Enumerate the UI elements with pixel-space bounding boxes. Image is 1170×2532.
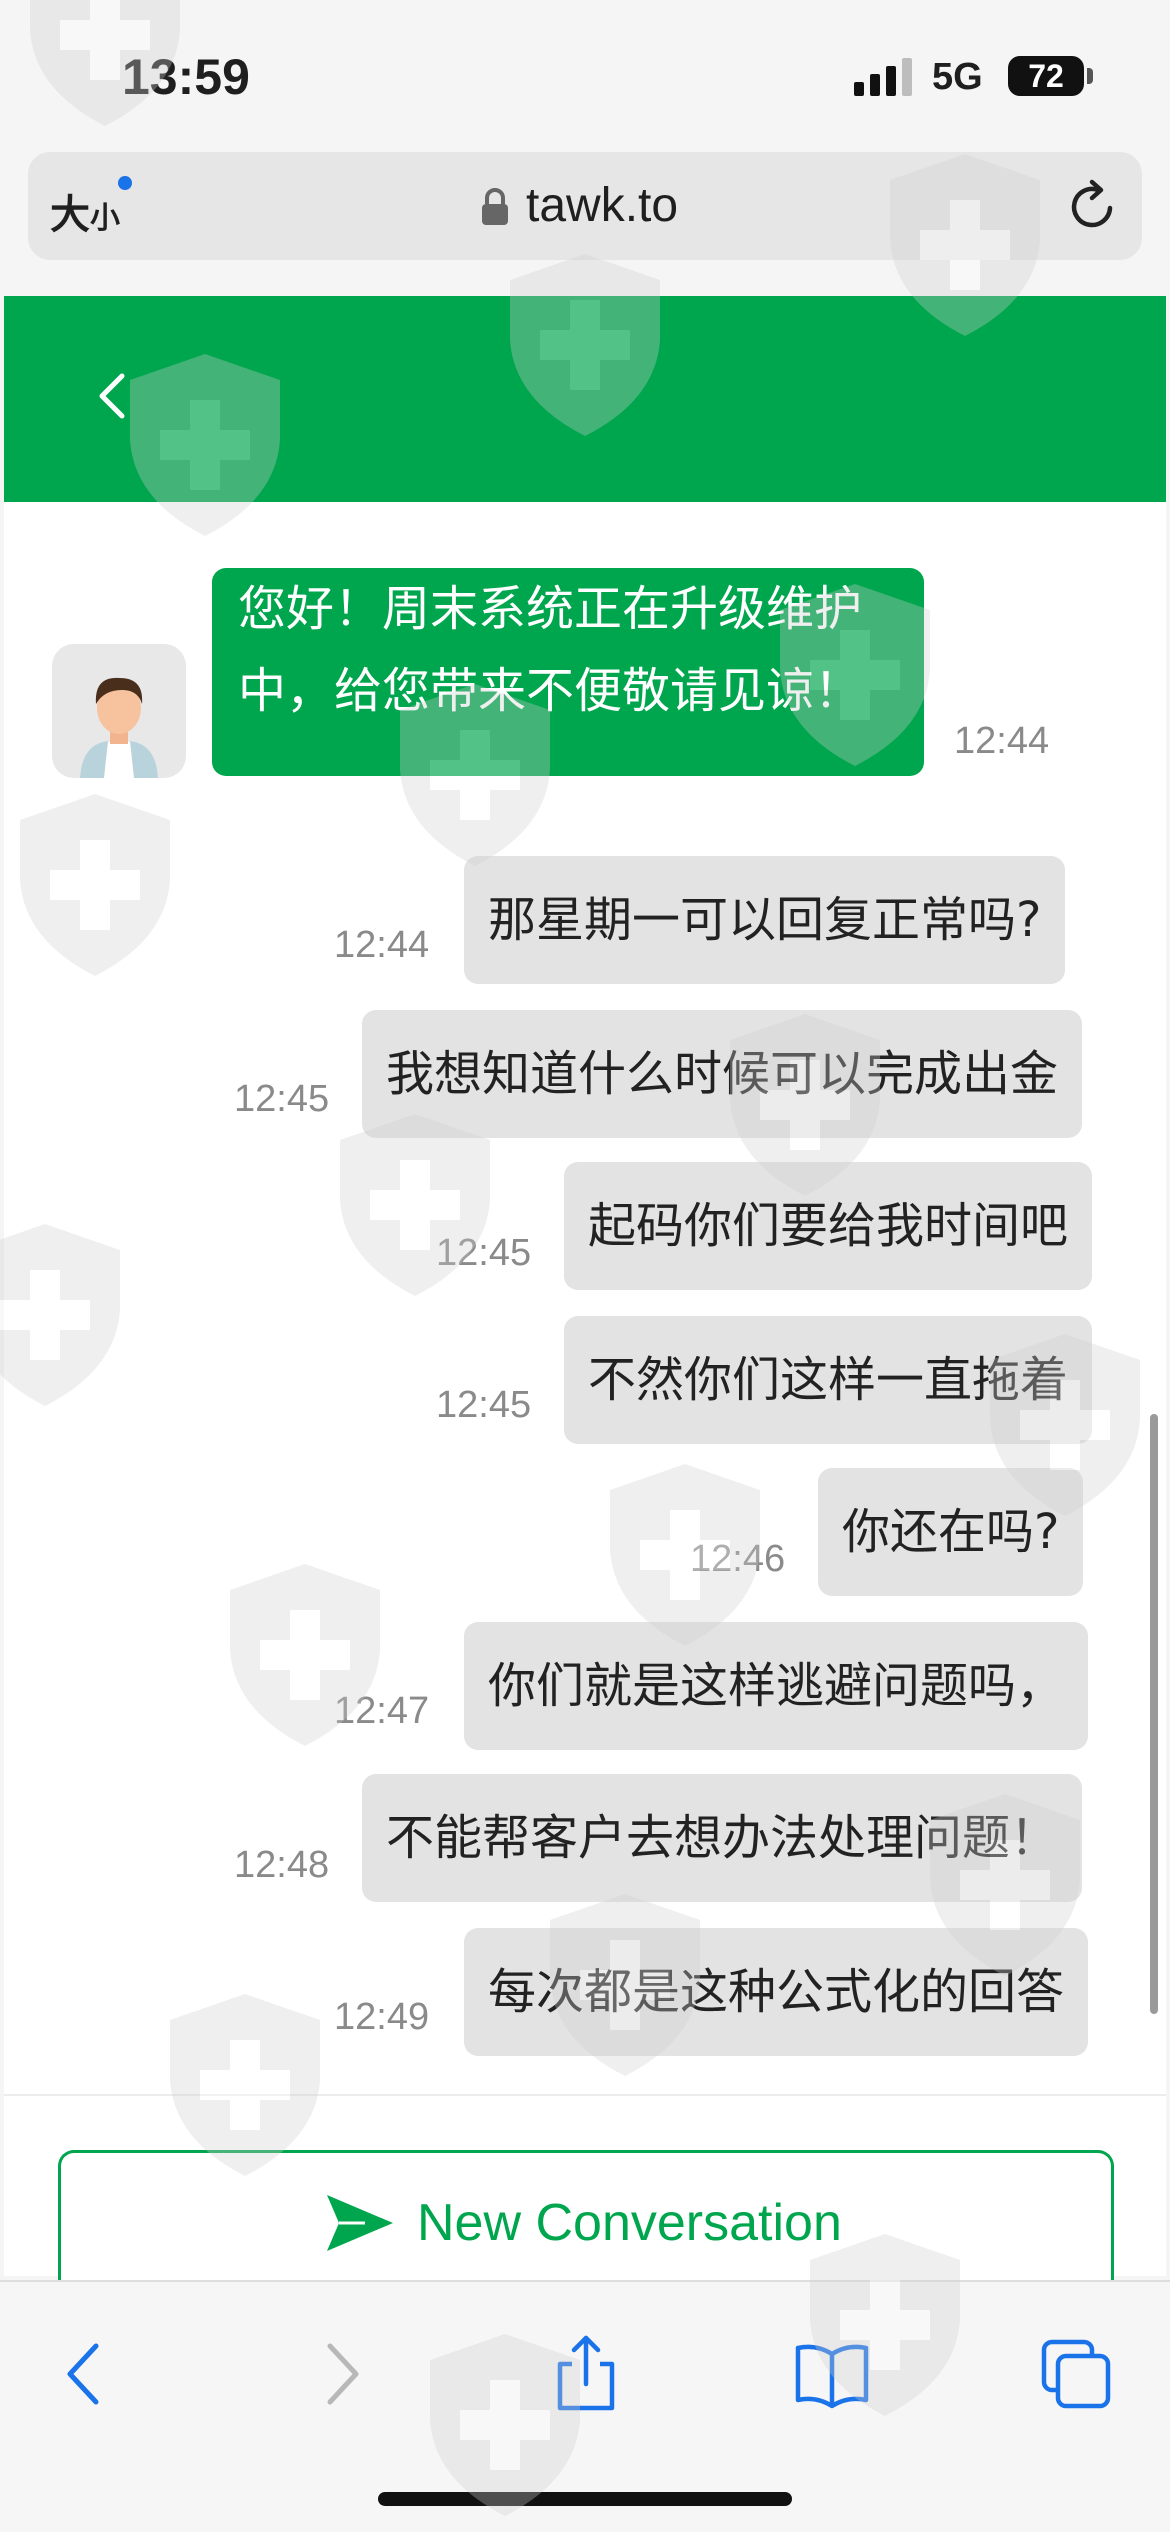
network-type: 5G xyxy=(932,56,983,98)
battery-icon: 72 xyxy=(1008,56,1084,96)
visitor-message-bubble: 起码你们要给我时间吧 xyxy=(564,1162,1093,1290)
message-timestamp: 12:49 xyxy=(334,1996,430,2038)
tabs-icon[interactable] xyxy=(1036,2334,1116,2414)
agent-avatar xyxy=(52,644,186,778)
visitor-message-bubble: 不然你们这样一直拖着 xyxy=(564,1316,1093,1444)
text-size-small: 小 xyxy=(90,201,120,236)
url-text[interactable]: tawk.to xyxy=(526,178,678,233)
message-timestamp: 12:45 xyxy=(234,1078,330,1120)
text-size-indicator-dot xyxy=(118,176,132,190)
visitor-message-bubble: 我想知道什么时候可以完成出金 xyxy=(362,1010,1083,1138)
new-conversation-label: New Conversation xyxy=(417,2194,842,2252)
bookmarks-icon[interactable] xyxy=(792,2334,872,2414)
share-icon[interactable] xyxy=(546,2334,626,2414)
cellular-signal-icon xyxy=(854,58,914,96)
reload-icon[interactable] xyxy=(1064,178,1120,234)
message-timestamp: 12:44 xyxy=(954,720,1050,762)
agent-message-bubble: 您好！周末系统正在升级维护中，给您带来不便敬请见谅！ xyxy=(212,568,924,776)
forward-icon[interactable] xyxy=(300,2334,380,2414)
visitor-message-bubble: 你还在吗? xyxy=(818,1468,1084,1596)
message-timestamp: 12:48 xyxy=(234,1844,330,1886)
message-timestamp: 12:47 xyxy=(334,1690,430,1732)
visitor-message-bubble: 每次都是这种公式化的回答 xyxy=(464,1928,1089,2056)
back-icon[interactable] xyxy=(46,2334,126,2414)
message-timestamp: 12:44 xyxy=(334,924,430,966)
agent-avatar-icon xyxy=(80,677,158,778)
new-conversation-button[interactable]: New Conversation xyxy=(58,2150,1114,2280)
chat-header xyxy=(4,296,1166,502)
home-indicator xyxy=(378,2492,792,2506)
send-icon xyxy=(327,2195,393,2251)
battery-tip xyxy=(1087,68,1093,84)
text-size-button[interactable]: 大小 xyxy=(50,182,120,240)
scrollbar[interactable] xyxy=(1150,1414,1158,2014)
status-bar: 13:59 5G 72 xyxy=(0,0,1170,150)
message-timestamp: 12:45 xyxy=(436,1232,532,1274)
back-arrow-icon[interactable] xyxy=(92,368,132,424)
message-timestamp: 12:45 xyxy=(436,1384,532,1426)
visitor-message-bubble: 那星期一可以回复正常吗? xyxy=(464,856,1066,984)
status-time: 13:59 xyxy=(122,49,250,105)
text-size-big: 大 xyxy=(50,192,90,238)
visitor-message-bubble: 你们就是这样逃避问题吗， xyxy=(464,1622,1089,1750)
message-timestamp: 12:46 xyxy=(690,1538,786,1580)
address-bar[interactable]: 大小 tawk.to xyxy=(28,152,1142,260)
lock-icon xyxy=(482,188,508,225)
visitor-message-bubble: 不能帮客户去想办法处理问题！ xyxy=(362,1774,1083,1902)
